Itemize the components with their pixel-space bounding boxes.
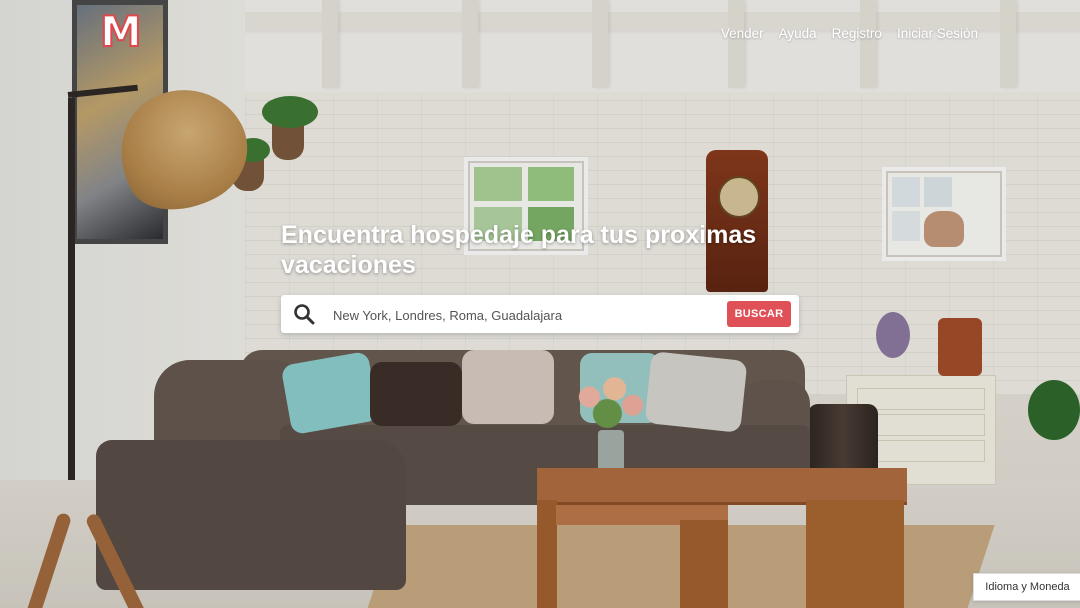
- hero-headline: Encuentra hospedaje para tus proximas va…: [281, 221, 757, 279]
- language-currency-button[interactable]: Idioma y Moneda: [973, 573, 1080, 601]
- search-icon: [293, 303, 315, 325]
- brand-logo[interactable]: M: [99, 9, 143, 55]
- hero-section: M Vender Ayuda Registro Iniciar Sesión E…: [0, 0, 1080, 608]
- nav-register-link[interactable]: Registro: [832, 26, 882, 41]
- nav-help-link[interactable]: Ayuda: [779, 26, 817, 41]
- search-input[interactable]: [331, 301, 715, 329]
- search-bar: BUSCAR: [281, 295, 799, 333]
- nav-login-link[interactable]: Iniciar Sesión: [897, 26, 978, 41]
- nav-sell-link[interactable]: Vender: [721, 26, 764, 41]
- search-button[interactable]: BUSCAR: [727, 301, 791, 327]
- top-navigation: Vender Ayuda Registro Iniciar Sesión: [721, 26, 978, 41]
